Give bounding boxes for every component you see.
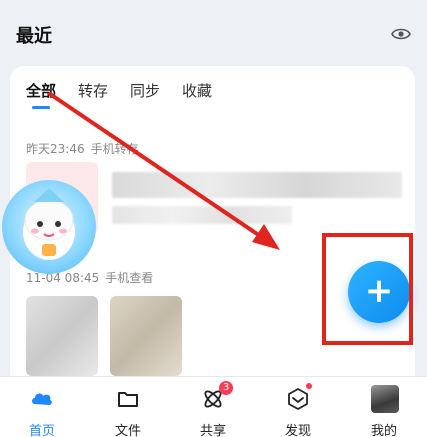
annotation-highlight-box <box>322 233 413 345</box>
file-thumbnail[interactable] <box>26 296 98 376</box>
tab-files[interactable]: 文件 <box>98 377 158 437</box>
filter-tabs: 全部 转存 同步 收藏 <box>26 80 234 109</box>
tab-favorites[interactable]: 收藏 <box>182 80 212 101</box>
recent-page: 最近 全部 转存 同步 收藏 昨天23:46 手机转存 11-04 08:45 手机… <box>0 0 427 437</box>
tab-home[interactable]: 首页 <box>12 377 72 437</box>
folder-icon <box>118 392 138 407</box>
group-header: 昨天23:46 手机转存 <box>26 140 139 157</box>
group-time: 昨天23:46 <box>26 142 85 156</box>
tab-files-label: 文件 <box>114 424 141 437</box>
tab-me-label: 我的 <box>370 424 397 437</box>
tab-all[interactable]: 全部 <box>26 80 56 109</box>
tab-sync[interactable]: 同步 <box>130 80 160 101</box>
tab-me[interactable]: 我的 <box>354 377 414 437</box>
section-title: 最近 <box>16 26 52 47</box>
group-source: 手机转存 <box>90 142 139 156</box>
group-time: 11-04 08:45 <box>26 271 100 285</box>
avatar-icon <box>371 385 399 413</box>
share-badge: 3 <box>219 381 233 395</box>
discover-notification-dot <box>306 383 312 389</box>
group-source: 手机查看 <box>105 271 154 285</box>
tab-home-label: 首页 <box>28 424 55 437</box>
mascot-icon <box>23 188 75 260</box>
mascot-widget[interactable] <box>2 180 96 274</box>
file-info-blurred <box>112 206 292 224</box>
tab-share[interactable]: 3 共享 <box>183 377 243 437</box>
file-name-blurred[interactable] <box>112 172 402 198</box>
bottom-tab-bar: 首页 文件 3 共享 发现 我的 <box>0 376 427 437</box>
cloud-home-icon <box>32 393 52 405</box>
eye-icon[interactable] <box>391 26 411 42</box>
file-thumbnail[interactable] <box>110 296 182 376</box>
tab-discover[interactable]: 发现 <box>268 377 328 437</box>
tab-transfer[interactable]: 转存 <box>78 80 108 101</box>
tab-share-label: 共享 <box>199 424 226 437</box>
discover-cube-icon <box>288 388 308 410</box>
tab-discover-label: 发现 <box>284 424 311 437</box>
